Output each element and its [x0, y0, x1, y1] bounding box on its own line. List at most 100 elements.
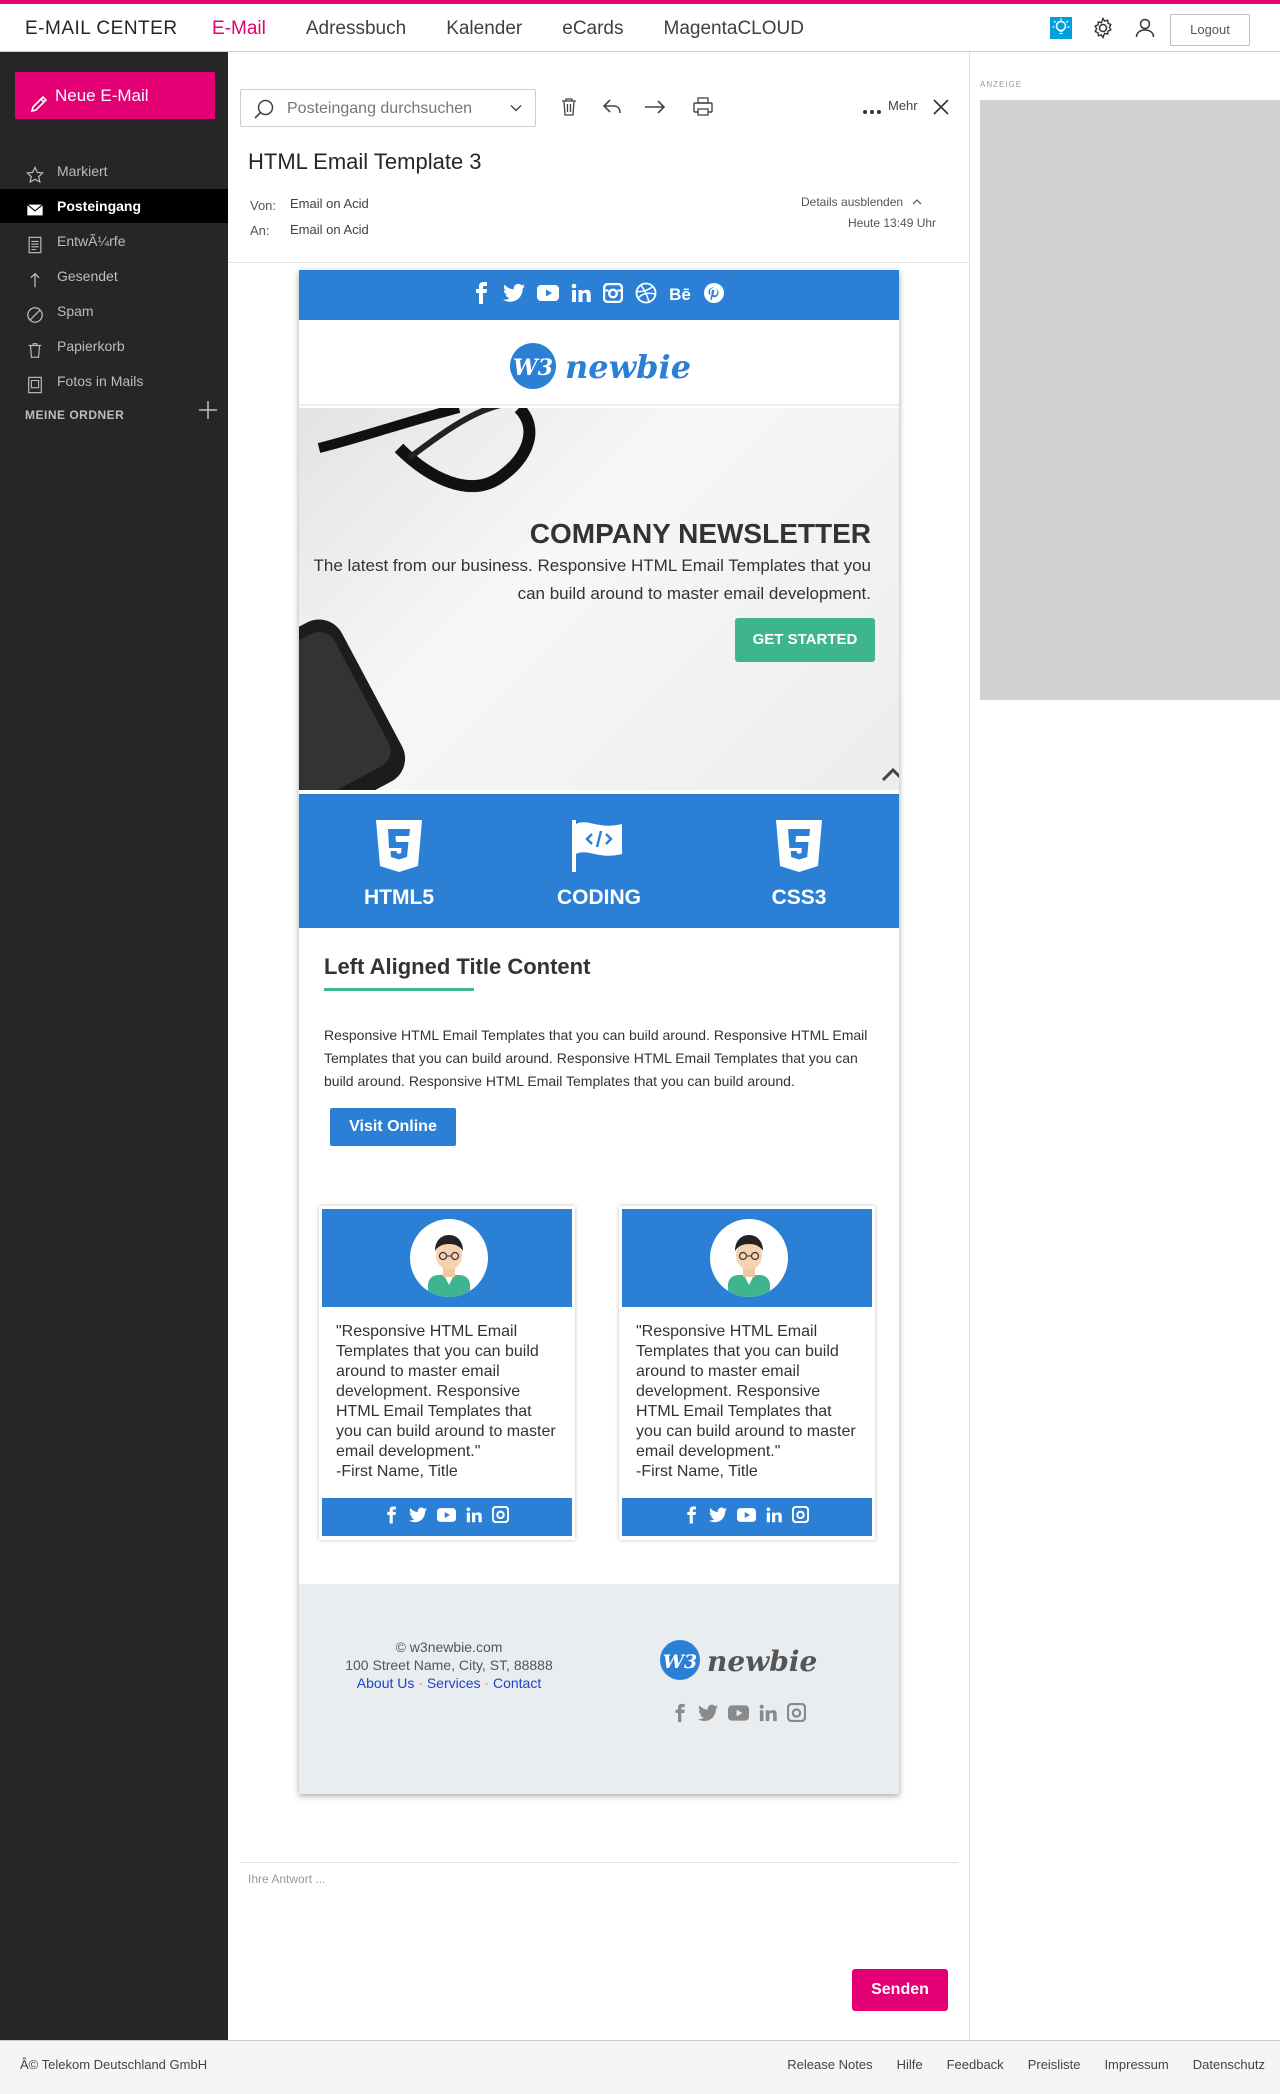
more-icon[interactable]: [862, 102, 882, 120]
dribbble-icon[interactable]: [635, 282, 657, 309]
footer-logo-text: newbie: [707, 1645, 817, 1678]
sidebar-item-posteingang[interactable]: Posteingang: [0, 189, 228, 223]
sidebar-item-markiert[interactable]: Markiert: [0, 154, 228, 188]
star-icon: [25, 162, 45, 184]
footer-link-hilfe[interactable]: Hilfe: [897, 2057, 923, 2072]
features-bar: HTML5 CODING CSS3: [299, 794, 899, 928]
linkedin-icon[interactable]: [466, 1507, 482, 1528]
send-button[interactable]: Senden: [852, 1969, 948, 2011]
behance-icon[interactable]: Bē: [669, 285, 691, 305]
testimonial-author: -First Name, Title: [636, 1463, 758, 1480]
facebook-icon[interactable]: [685, 1505, 699, 1529]
twitter-icon[interactable]: [503, 283, 526, 308]
newsletter-footer: © w3newbie.com 100 Street Name, City, ST…: [299, 1584, 899, 1794]
sidebar-item-gesendet[interactable]: Gesendet: [0, 259, 228, 293]
facebook-icon[interactable]: [385, 1505, 399, 1529]
top-bar: E-MAIL CENTER E-Mail Adressbuch Kalender…: [0, 4, 1280, 52]
footer-link-datenschutz[interactable]: Datenschutz: [1193, 2057, 1265, 2072]
footer-link-services[interactable]: Services: [427, 1675, 481, 1691]
search-input[interactable]: Posteingang durchsuchen: [240, 89, 536, 127]
youtube-icon[interactable]: [437, 1507, 456, 1527]
footer-link-about[interactable]: About Us: [357, 1675, 415, 1691]
get-started-button[interactable]: GET STARTED: [735, 618, 875, 662]
instagram-icon[interactable]: [791, 1505, 810, 1528]
sidebar-item-label: Markiert: [57, 163, 108, 179]
linkedin-icon[interactable]: [759, 1704, 777, 1727]
sidebar-item-papierkorb[interactable]: Papierkorb: [0, 329, 228, 363]
hero-text: The latest from our business. Responsive…: [313, 556, 871, 603]
youtube-icon[interactable]: [727, 1704, 749, 1726]
reply-input[interactable]: Ihre Antwort ...: [248, 1872, 325, 1886]
facebook-icon[interactable]: [673, 1703, 688, 1728]
email-center-app: E-MAIL CENTER E-Mail Adressbuch Kalender…: [0, 0, 1280, 2094]
linkedin-icon[interactable]: [766, 1507, 782, 1528]
delete-icon[interactable]: [556, 94, 584, 122]
footer-logo[interactable]: W3 newbie: [659, 1636, 819, 1689]
instagram-icon[interactable]: [491, 1505, 510, 1528]
sidebar-item-entwuerfe[interactable]: EntwÃ¼rfe: [0, 224, 228, 258]
twitter-icon[interactable]: [409, 1507, 427, 1528]
chevron-up-icon: [912, 194, 922, 208]
lightbulb-icon[interactable]: [1049, 16, 1075, 42]
testimonial-text: "Responsive HTML Email Templates that yo…: [336, 1322, 561, 1482]
footer-link-feedback[interactable]: Feedback: [947, 2057, 1004, 2072]
print-icon[interactable]: [690, 94, 718, 122]
footer-link-release-notes[interactable]: Release Notes: [787, 2057, 872, 2072]
nav-ecards[interactable]: eCards: [562, 18, 623, 40]
sidebar-item-label: Gesendet: [57, 268, 118, 284]
to-value[interactable]: Email on Acid: [290, 222, 369, 237]
youtube-icon[interactable]: [737, 1507, 756, 1527]
instagram-icon[interactable]: [786, 1702, 806, 1727]
testimonial-quote: "Responsive HTML Email Templates that yo…: [636, 1323, 856, 1460]
reply-icon[interactable]: [600, 94, 628, 122]
pinterest-icon[interactable]: [703, 282, 725, 309]
feature-css3: CSS3: [699, 818, 899, 909]
chevron-down-icon[interactable]: [509, 101, 523, 120]
footer-link-contact[interactable]: Contact: [493, 1675, 541, 1691]
youtube-icon[interactable]: [537, 284, 560, 307]
footer-link-preisliste[interactable]: Preisliste: [1028, 2057, 1081, 2072]
nav-magentacloud[interactable]: MagentaCLOUD: [664, 18, 804, 40]
more-button[interactable]: Mehr: [888, 98, 918, 113]
card-social-icons: [322, 1498, 572, 1536]
logout-button[interactable]: Logout: [1170, 14, 1250, 46]
photo-icon: [26, 372, 44, 394]
footer-link-separator: ·: [484, 1675, 490, 1691]
new-email-button[interactable]: Neue E-Mail: [15, 72, 215, 119]
footer-info: © w3newbie.com 100 Street Name, City, ST…: [299, 1638, 599, 1692]
draft-icon: [26, 232, 44, 254]
social-icons-row: Bē: [299, 270, 899, 320]
testimonial-social-bar: [322, 1498, 572, 1536]
ad-placeholder[interactable]: [980, 100, 1280, 700]
feature-html5: HTML5: [299, 818, 499, 909]
visit-online-button[interactable]: Visit Online: [330, 1108, 456, 1146]
user-icon[interactable]: [1133, 16, 1159, 42]
instagram-icon[interactable]: [602, 282, 624, 308]
reply-divider: [240, 1862, 958, 1863]
avatar: [710, 1219, 788, 1297]
details-toggle[interactable]: Details ausblenden: [801, 194, 922, 209]
footer-link-impressum[interactable]: Impressum: [1104, 2057, 1168, 2072]
sidebar-item-fotos[interactable]: Fotos in Mails: [0, 364, 228, 398]
add-folder-icon[interactable]: [196, 398, 220, 422]
forward-icon[interactable]: [642, 94, 670, 122]
from-value[interactable]: Email on Acid: [290, 196, 369, 211]
from-label: Von:: [250, 198, 277, 213]
feature-label: CSS3: [771, 886, 827, 909]
testimonial-header: [622, 1209, 872, 1307]
sidebar-item-spam[interactable]: Spam: [0, 294, 228, 328]
facebook-icon[interactable]: [473, 281, 491, 309]
nav-address-book[interactable]: Adressbuch: [306, 18, 406, 40]
nav-email[interactable]: E-Mail: [212, 18, 266, 40]
newsletter-logo[interactable]: W3 newbie: [509, 338, 699, 397]
linkedin-icon[interactable]: [571, 283, 591, 308]
twitter-icon[interactable]: [697, 1704, 718, 1727]
section-title: Left Aligned Title Content: [324, 954, 591, 979]
trash-icon: [26, 337, 44, 358]
footer-link-list: Release Notes Hilfe Feedback Preisliste …: [763, 2057, 1265, 2072]
nav-calendar[interactable]: Kalender: [446, 18, 522, 40]
footer-logo-mark: W3: [663, 1651, 698, 1673]
twitter-icon[interactable]: [709, 1507, 727, 1528]
gear-icon[interactable]: [1091, 16, 1117, 42]
close-icon[interactable]: [928, 94, 956, 122]
